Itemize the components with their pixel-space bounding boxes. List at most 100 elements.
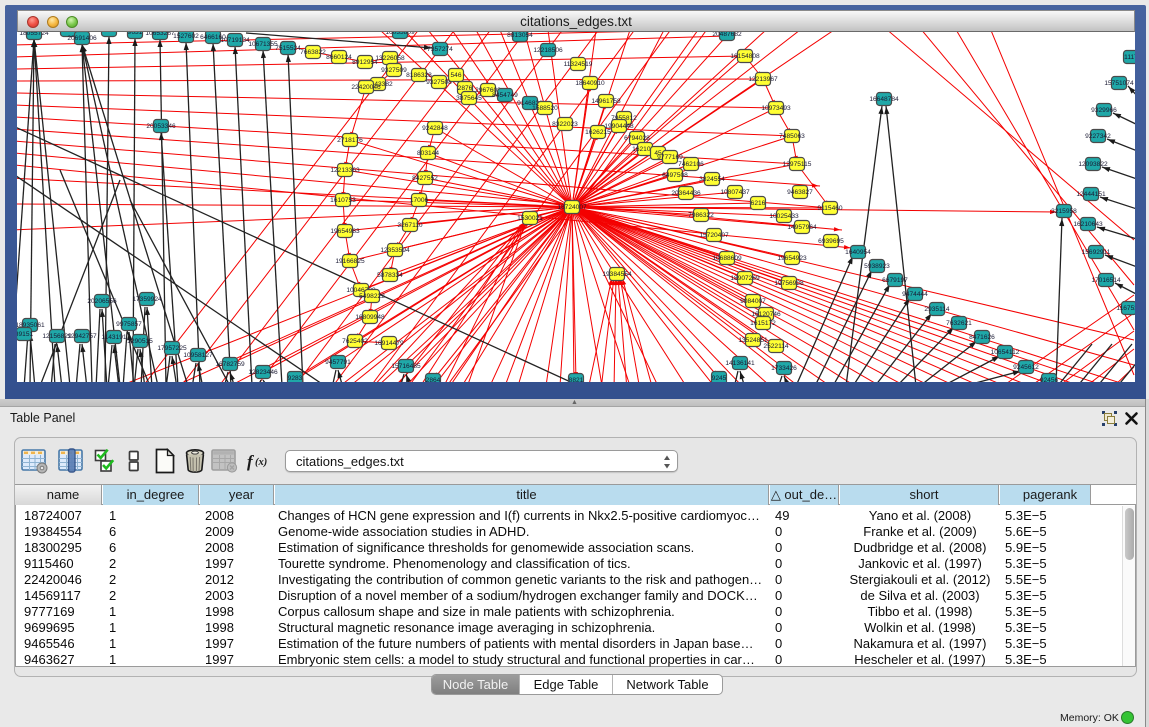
- svg-text:1167534: 1167534: [1116, 305, 1135, 312]
- svg-text:19756928: 19756928: [774, 280, 804, 287]
- svg-text:6497508: 6497508: [662, 172, 688, 179]
- svg-text:2522114: 2522114: [763, 343, 789, 350]
- svg-text:7357274: 7357274: [427, 46, 453, 53]
- svg-text:1640954: 1640954: [845, 249, 871, 256]
- svg-text:13226058: 13226058: [375, 55, 405, 62]
- svg-text:8813054: 8813054: [507, 32, 533, 39]
- svg-text:1811: 1811: [61, 32, 76, 34]
- svg-text:16648784: 16648784: [869, 96, 899, 103]
- svg-text:7515524: 7515524: [275, 45, 301, 52]
- svg-text:8660124: 8660124: [326, 54, 352, 61]
- svg-text:3824554: 3824554: [699, 176, 725, 183]
- svg-text:9245612: 9245612: [1013, 364, 1039, 371]
- svg-text:20533: 20533: [100, 32, 119, 34]
- svg-text:6939695: 6939695: [818, 238, 844, 245]
- svg-text:1530021: 1530021: [517, 215, 543, 222]
- svg-text:9329966: 9329966: [1091, 107, 1117, 114]
- svg-text:16782759: 16782759: [215, 361, 245, 368]
- svg-text:10958127: 10958127: [183, 352, 213, 359]
- svg-text:10025433: 10025433: [769, 213, 799, 220]
- svg-text:12213967: 12213967: [748, 76, 778, 83]
- svg-text:12942757: 12942757: [67, 333, 97, 340]
- svg-text:9283: 9283: [288, 375, 303, 382]
- svg-text:20691406: 20691406: [67, 35, 97, 42]
- svg-text:8912954: 8912954: [352, 59, 378, 66]
- svg-text:f: f: [247, 452, 255, 471]
- svg-text:7663822: 7663822: [300, 49, 326, 56]
- svg-text:19904448: 19904448: [604, 123, 634, 130]
- svg-text:7625402: 7625402: [342, 338, 368, 345]
- svg-text:7462106: 7462106: [678, 161, 704, 168]
- svg-text:15751074: 15751074: [1104, 80, 1134, 87]
- svg-text:9463827: 9463827: [787, 189, 813, 196]
- svg-text:1615172: 1615172: [750, 320, 776, 327]
- svg-text:9631: 9631: [128, 32, 143, 36]
- svg-text:2718176: 2718176: [337, 137, 363, 144]
- svg-text:17957225: 17957225: [157, 345, 187, 352]
- svg-text:6679197: 6679197: [882, 277, 908, 284]
- svg-text:1117: 1117: [1124, 54, 1135, 61]
- svg-text:9474444: 9474444: [902, 291, 928, 298]
- svg-text:8322023: 8322023: [552, 121, 578, 128]
- svg-text:11324519: 11324519: [564, 61, 593, 68]
- svg-text:19166825: 19166825: [335, 258, 365, 265]
- svg-text:8427552: 8427552: [412, 175, 438, 182]
- svg-text:8821: 8821: [569, 377, 584, 382]
- svg-text:18640910: 18640910: [575, 80, 605, 87]
- svg-text:22420046: 22420046: [351, 84, 381, 91]
- svg-text:14957964: 14957964: [787, 224, 817, 231]
- svg-text:6794028: 6794028: [624, 135, 650, 142]
- svg-text:6216: 6216: [751, 200, 766, 207]
- svg-text:39151: 39151: [17, 331, 33, 338]
- svg-text:12218506: 12218506: [533, 47, 563, 54]
- svg-text:12975115: 12975115: [783, 161, 812, 168]
- svg-text:15720407: 15720407: [699, 232, 729, 239]
- svg-text:9227342: 9227342: [1085, 133, 1111, 140]
- svg-text:18907269: 18907269: [730, 275, 760, 282]
- svg-text:8454749: 8454749: [492, 92, 518, 99]
- svg-text:10653267: 10653267: [145, 32, 175, 37]
- svg-text:14136141: 14136141: [725, 360, 755, 367]
- svg-text:16154808: 16154808: [730, 53, 760, 60]
- svg-text:20053346: 20053346: [146, 123, 176, 130]
- svg-text:19654983: 19654983: [330, 228, 360, 235]
- svg-text:7986322: 7986322: [688, 212, 714, 219]
- svg-text:9242848: 9242848: [422, 125, 448, 132]
- svg-text:20487682: 20487682: [712, 32, 742, 38]
- svg-text:12093822: 12093822: [1078, 161, 1108, 168]
- svg-text:1143191: 1143191: [101, 334, 127, 341]
- svg-text:17016514: 17016514: [1091, 277, 1121, 284]
- svg-text:10807437: 10807437: [720, 189, 750, 196]
- svg-text:1610753: 1610753: [330, 197, 356, 204]
- svg-text:2935114: 2935114: [924, 306, 950, 313]
- svg-text:10671355: 10671355: [248, 41, 278, 48]
- svg-text:16210643: 16210643: [1073, 221, 1103, 228]
- svg-text:1588520: 1588520: [532, 105, 558, 112]
- svg-text:9115460: 9115460: [817, 205, 843, 212]
- svg-text:19654923: 19654923: [777, 255, 807, 262]
- svg-text:12444151: 12444151: [1076, 191, 1106, 198]
- svg-text:17006: 17006: [410, 197, 429, 204]
- svg-text:3875645: 3875645: [456, 95, 482, 102]
- svg-text:1290515: 1290515: [127, 338, 153, 345]
- svg-text:3215958: 3215958: [1051, 208, 1077, 215]
- svg-text:7485063: 7485063: [779, 133, 805, 140]
- svg-text:7632621: 7632621: [946, 320, 972, 327]
- svg-text:8186328: 8186328: [406, 72, 432, 79]
- svg-text:15716485: 15716485: [391, 363, 421, 370]
- svg-text:2864: 2864: [426, 377, 441, 382]
- svg-text:3267110: 3267110: [397, 222, 423, 229]
- svg-text:1626215: 1626215: [585, 129, 611, 136]
- svg-text:9777169: 9777169: [657, 154, 683, 161]
- svg-text:5498222: 5498222: [359, 293, 385, 300]
- svg-text:20364436: 20364436: [671, 190, 701, 197]
- svg-text:1527602: 1527602: [173, 33, 199, 40]
- svg-text:16914479: 16914479: [374, 340, 404, 347]
- svg-text:15692911: 15692911: [1082, 249, 1111, 256]
- svg-text:10973493: 10973493: [761, 105, 791, 112]
- svg-text:18055724: 18055724: [19, 32, 49, 37]
- svg-text:19384554: 19384554: [602, 271, 632, 278]
- svg-text:14961758: 14961758: [591, 98, 621, 105]
- svg-text:9975857: 9975857: [116, 321, 142, 328]
- svg-text:10688609: 10688609: [712, 255, 742, 262]
